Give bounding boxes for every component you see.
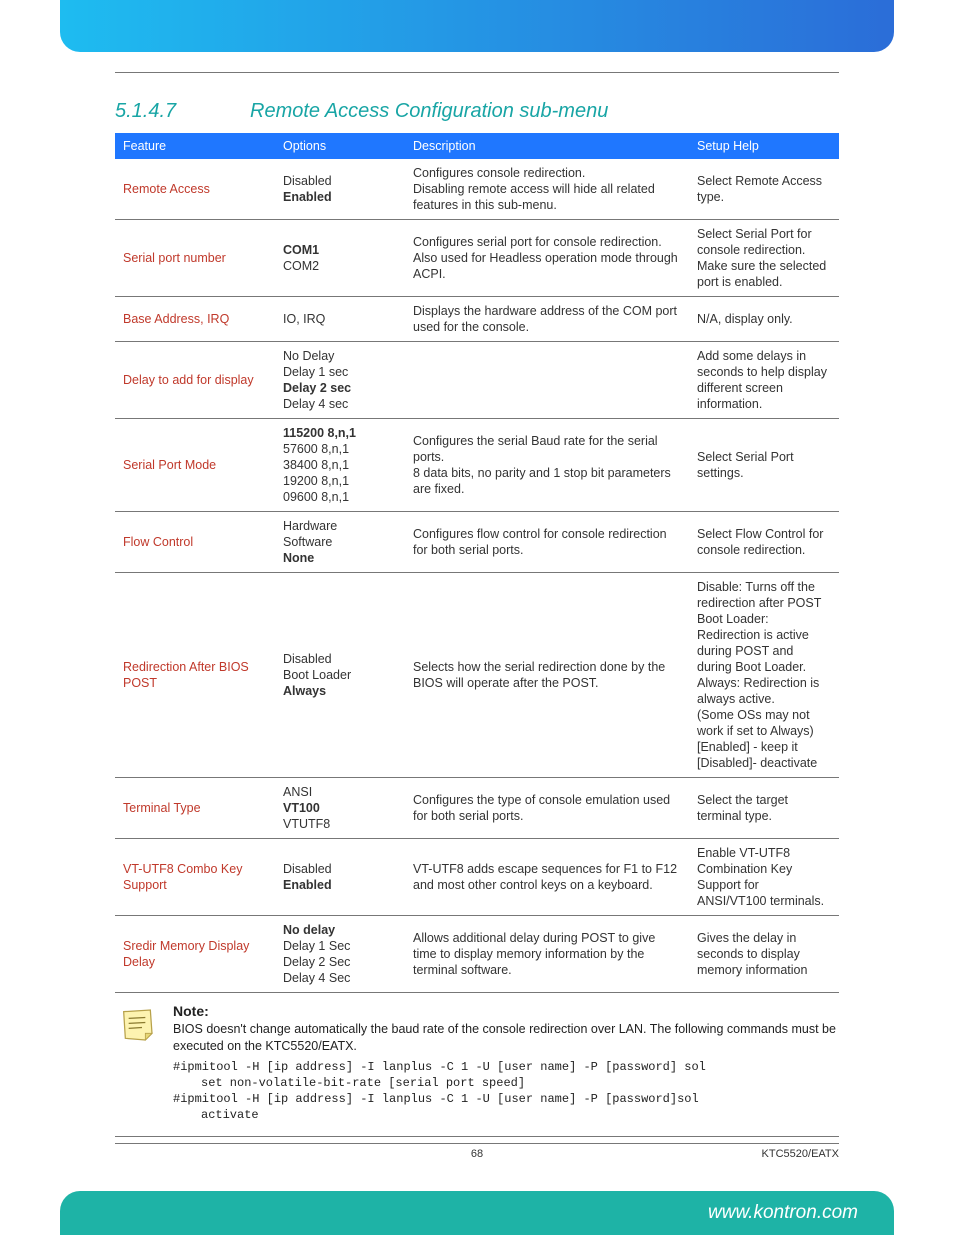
cell-feature: Remote Access [115,159,275,220]
cell-help: Select Serial Port for console redirecti… [689,220,839,297]
cell-help: Enable VT-UTF8 Combination Key Support f… [689,839,839,916]
page-footer: 68 KTC5520/EATX [115,1143,839,1160]
cell-description: Configures console redirection.Disabling… [405,159,689,220]
table-row: Sredir Memory Display DelayNo delayDelay… [115,916,839,993]
cell-feature: Serial Port Mode [115,419,275,512]
section-title: Remote Access Configuration sub-menu [250,100,608,123]
table-row: Flow ControlHardwareSoftwareNoneConfigur… [115,512,839,573]
cell-help: Select Remote Access type. [689,159,839,220]
cell-options: DisabledBoot LoaderAlways [275,573,405,778]
table-row: Delay to add for displayNo DelayDelay 1 … [115,342,839,419]
cell-feature: Terminal Type [115,778,275,839]
cell-description: Configures flow control for console redi… [405,512,689,573]
note-code-2a: #ipmitool -H [ip address] -I lanplus -C … [173,1091,839,1107]
footer-url: www.kontron.com [708,1202,858,1224]
cell-options: DisabledEnabled [275,159,405,220]
table-row: Redirection After BIOS POSTDisabledBoot … [115,573,839,778]
cell-options: 115200 8,n,157600 8,n,138400 8,n,119200 … [275,419,405,512]
table-row: Base Address, IRQIO, IRQDisplays the har… [115,297,839,342]
cell-help: Select Flow Control for console redirect… [689,512,839,573]
cell-options: HardwareSoftwareNone [275,512,405,573]
cell-options: ANSIVT100VTUTF8 [275,778,405,839]
page-number: 68 [471,1148,483,1160]
cell-help: Gives the delay in seconds to display me… [689,916,839,993]
note-code-1b: set non-volatile-bit-rate [serial port s… [173,1075,839,1091]
cell-help: N/A, display only. [689,297,839,342]
cell-feature: Base Address, IRQ [115,297,275,342]
cell-feature: Serial port number [115,220,275,297]
col-help: Setup Help [689,133,839,159]
cell-feature: Delay to add for display [115,342,275,419]
cell-help: Select the target terminal type. [689,778,839,839]
col-options: Options [275,133,405,159]
cell-description: Displays the hardware address of the COM… [405,297,689,342]
config-table: Feature Options Description Setup Help R… [115,133,839,993]
note-code-1a: #ipmitool -H [ip address] -I lanplus -C … [173,1059,839,1075]
cell-help: Disable: Turns off the redirection after… [689,573,839,778]
cell-description: Configures the serial Baud rate for the … [405,419,689,512]
bottom-banner: www.kontron.com [60,1191,894,1235]
cell-feature: Redirection After BIOS POST [115,573,275,778]
cell-description: VT-UTF8 adds escape sequences for F1 to … [405,839,689,916]
section-number: 5.1.4.7 [115,100,250,123]
section-heading: 5.1.4.7 Remote Access Configuration sub-… [115,100,839,123]
cell-description: Configures serial port for console redir… [405,220,689,297]
cell-feature: VT-UTF8 Combo Key Support [115,839,275,916]
table-row: Terminal TypeANSIVT100VTUTF8Configures t… [115,778,839,839]
cell-description: Configures the type of console emulation… [405,778,689,839]
footer-doc: KTC5520/EATX [762,1148,839,1160]
table-row: VT-UTF8 Combo Key SupportDisabledEnabled… [115,839,839,916]
cell-help: Add some delays in seconds to help displ… [689,342,839,419]
table-row: Serial port numberCOM1COM2Configures ser… [115,220,839,297]
cell-options: No delayDelay 1 SecDelay 2 SecDelay 4 Se… [275,916,405,993]
cell-options: IO, IRQ [275,297,405,342]
cell-description [405,342,689,419]
cell-help: Select Serial Port settings. [689,419,839,512]
cell-feature: Sredir Memory Display Delay [115,916,275,993]
cell-options: DisabledEnabled [275,839,405,916]
cell-feature: Flow Control [115,512,275,573]
note-code-2b: activate [173,1107,839,1123]
cell-description: Allows additional delay during POST to g… [405,916,689,993]
table-row: Remote AccessDisabledEnabledConfigures c… [115,159,839,220]
col-description: Description [405,133,689,159]
cell-options: No DelayDelay 1 secDelay 2 secDelay 4 se… [275,342,405,419]
top-banner [60,0,894,52]
note-title: Note: [173,1003,839,1019]
header-rule [115,72,839,73]
cell-options: COM1COM2 [275,220,405,297]
note-block: Note: BIOS doesn't change automatically … [115,1003,839,1137]
table-row: Serial Port Mode115200 8,n,157600 8,n,13… [115,419,839,512]
cell-description: Selects how the serial redirection done … [405,573,689,778]
col-feature: Feature [115,133,275,159]
note-icon [115,1003,159,1124]
note-text: BIOS doesn't change automatically the ba… [173,1021,839,1055]
